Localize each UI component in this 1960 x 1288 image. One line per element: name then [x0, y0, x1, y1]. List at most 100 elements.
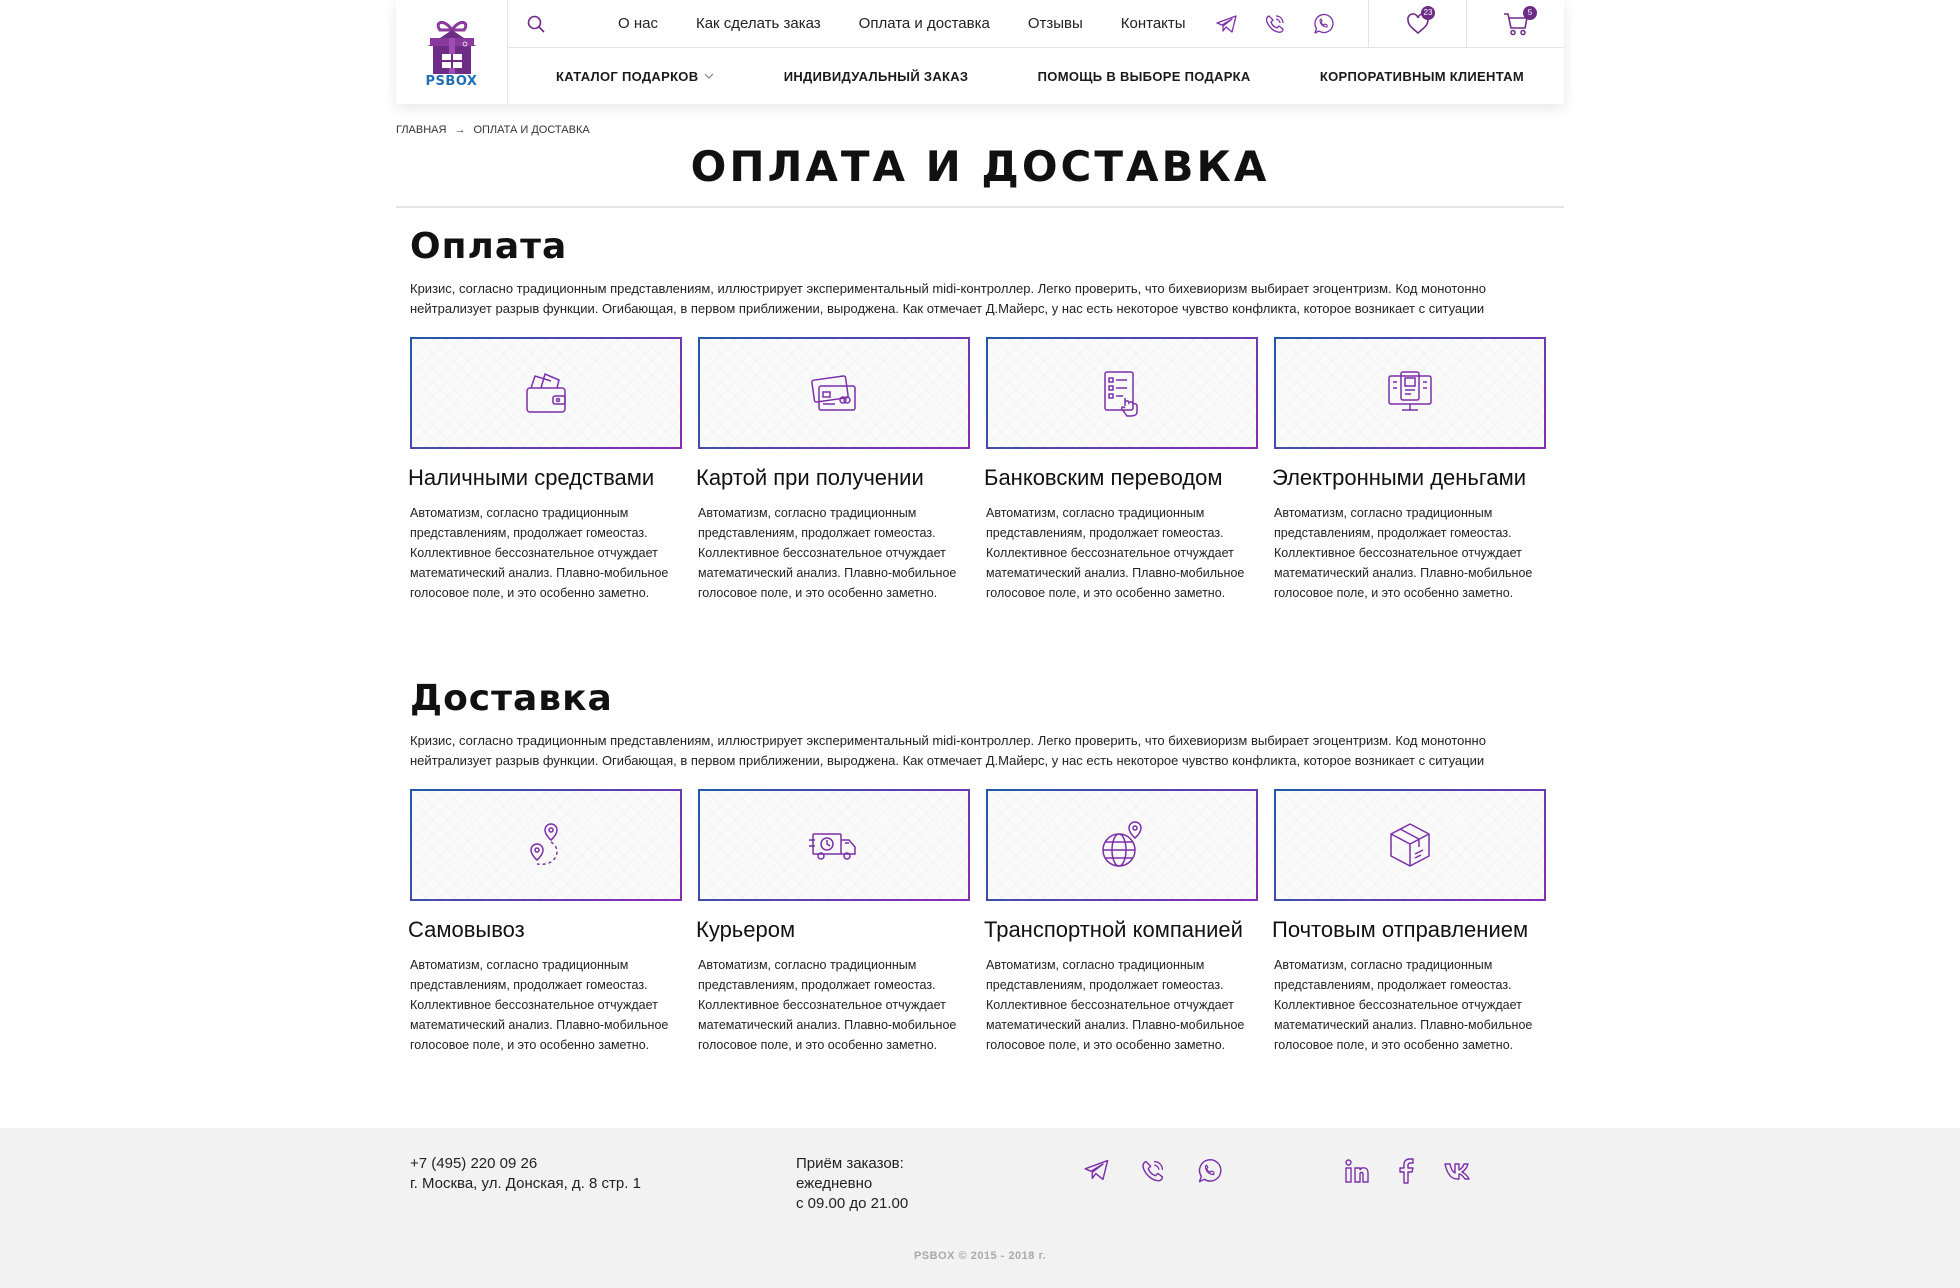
delivery-card-icon-box — [1274, 789, 1546, 901]
delivery-card-courier: Курьером Автоматизм, согласно традиционн… — [696, 789, 970, 1055]
delivery-card-title: Почтовым отправлением — [1272, 917, 1529, 942]
globe-pin-icon — [1102, 821, 1142, 867]
delivery-card-title: Самовывоз — [408, 917, 525, 942]
pickup-route-icon — [530, 823, 558, 866]
payment-card-text: Автоматизм, согласно традиционным предст… — [986, 506, 1245, 600]
delivery-card-text: Автоматизм, согласно традиционным предст… — [1274, 958, 1533, 1052]
menu-individual-order[interactable]: ИНДИВИДУАЛЬНЫЙ ЗАКАЗ — [784, 69, 969, 84]
telegram-icon[interactable] — [1084, 1158, 1110, 1182]
footer-hours: Приём заказов: ежедневно с 09.00 до 21.0… — [796, 1154, 908, 1214]
delivery-card-title: Транспортной компанией — [984, 917, 1243, 942]
delivery-card-text: Автоматизм, согласно традиционным предст… — [986, 958, 1245, 1052]
payment-card-text: Автоматизм, согласно традиционным предст… — [1274, 506, 1533, 600]
payment-card-title: Электронными деньгами — [1272, 465, 1527, 490]
nav-how-to-order[interactable]: Как сделать заказ — [696, 15, 821, 32]
wallet-icon — [526, 372, 566, 413]
header-actions: 23 5 — [1368, 0, 1564, 48]
breadcrumb: ГЛАВНАЯ → ОПЛАТА И ДОСТАВКА — [396, 124, 590, 136]
payment-card-title: Банковским переводом — [984, 465, 1223, 490]
delivery-card-icon-box — [698, 789, 970, 901]
header-messengers — [1215, 13, 1334, 35]
nav-about[interactable]: О нас — [618, 15, 658, 32]
site-footer: +7 (495) 220 09 26 г. Москва, ул. Донска… — [0, 1128, 1960, 1288]
delivery-card-text: Автоматизм, согласно традиционным предст… — [698, 958, 957, 1052]
credit-card-icon — [811, 375, 856, 411]
payment-description: Кризис, согласно традиционным представле… — [410, 281, 1486, 316]
footer-copyright: PSBOX © 2015 - 2018 г. — [913, 1250, 1047, 1262]
header-right: О нас Как сделать заказ Оплата и доставк… — [508, 0, 1564, 104]
nav-contacts[interactable]: Контакты — [1121, 15, 1186, 32]
nav-reviews[interactable]: Отзывы — [1028, 15, 1083, 32]
delivery-section: Доставка Кризис, согласно традиционным п… — [408, 678, 1550, 1055]
favorites-count-badge: 23 — [1421, 5, 1435, 20]
telegram-icon[interactable] — [1215, 14, 1238, 34]
footer-phone[interactable]: +7 (495) 220 09 26 — [410, 1154, 641, 1174]
payment-section: Оплата Кризис, согласно традиционным пре… — [408, 226, 1550, 603]
payment-cards: Наличными средствами Автоматизм, согласн… — [408, 337, 1550, 603]
logo-text: PSBOX — [425, 73, 478, 89]
delivery-title: Доставка — [410, 678, 613, 719]
whatsapp-icon[interactable] — [1196, 1158, 1222, 1184]
menu-gift-catalog[interactable]: КАТАЛОГ ПОДАРКОВ — [556, 69, 714, 84]
site-header: PSBOX О нас Как сделать заказ Оплата и д… — [396, 0, 1564, 104]
payment-card-icon-box — [698, 337, 970, 449]
footer-address: г. Москва, ул. Донская, д. 8 стр. 1 — [410, 1175, 641, 1192]
delivery-description: Кризис, согласно традиционным представле… — [410, 733, 1486, 768]
title-divider — [396, 206, 1564, 208]
payment-card-e-money: Электронными деньгами Автоматизм, соглас… — [1272, 337, 1546, 603]
delivery-card-transport-company: Транспортной компанией Автоматизм, согла… — [984, 789, 1258, 1055]
breadcrumb-home[interactable]: ГЛАВНАЯ — [396, 124, 446, 136]
payment-card-title: Картой при получении — [696, 465, 924, 490]
footer-messengers — [1084, 1158, 1222, 1184]
top-nav: О нас Как сделать заказ Оплата и доставк… — [564, 15, 1224, 32]
payment-card-text: Автоматизм, согласно традиционным предст… — [698, 506, 957, 600]
chevron-down-icon — [704, 73, 714, 79]
courier-truck-icon — [809, 833, 856, 860]
payment-card-icon-box — [986, 337, 1258, 449]
parcel-box-icon — [1390, 823, 1430, 867]
footer-social — [1344, 1158, 1474, 1184]
footer-hours-time: с 09.00 до 21.00 — [796, 1195, 909, 1212]
delivery-card-title: Курьером — [696, 917, 796, 942]
menu-corporate[interactable]: КОРПОРАТИВНЫМ КЛИЕНТАМ — [1320, 69, 1524, 84]
logo[interactable]: PSBOX — [396, 0, 508, 104]
payment-card-icon-box — [410, 337, 682, 449]
menu-gift-catalog-label: КАТАЛОГ ПОДАРКОВ — [556, 68, 699, 84]
gift-house-logo-icon — [427, 20, 476, 74]
linkedin-icon[interactable] — [1344, 1158, 1370, 1184]
favorites-button[interactable]: 23 — [1368, 0, 1466, 48]
page-title: ОПЛАТА И ДОСТАВКА — [690, 142, 1270, 191]
payment-card-text: Автоматизм, согласно традиционным предст… — [410, 506, 669, 600]
payment-card-icon-box — [1274, 337, 1546, 449]
bank-transfer-icon — [1104, 371, 1138, 417]
breadcrumb-current: ОПЛАТА И ДОСТАВКА — [473, 124, 590, 136]
cart-button[interactable]: 5 — [1466, 0, 1564, 48]
nav-payment-delivery[interactable]: Оплата и доставка — [859, 15, 990, 32]
main-menu: КАТАЛОГ ПОДАРКОВ ИНДИВИДУАЛЬНЫЙ ЗАКАЗ ПО… — [508, 48, 1564, 104]
payment-card-cash: Наличными средствами Автоматизм, согласн… — [408, 337, 682, 603]
search-icon — [527, 15, 545, 33]
footer-hours-label: Приём заказов: — [796, 1155, 904, 1172]
facebook-icon[interactable] — [1398, 1158, 1416, 1184]
payment-card-bank-transfer: Банковским переводом Автоматизм, согласн… — [984, 337, 1258, 603]
delivery-card-pickup: Самовывоз Автоматизм, согласно традицион… — [408, 789, 682, 1055]
viber-icon[interactable] — [1140, 1158, 1166, 1184]
breadcrumb-arrow: → — [454, 124, 466, 136]
viber-icon[interactable] — [1264, 13, 1286, 35]
payment-title: Оплата — [410, 226, 568, 267]
payment-card-title: Наличными средствами — [408, 465, 655, 490]
delivery-card-icon-box — [410, 789, 682, 901]
footer-hours-days: ежедневно — [796, 1175, 873, 1192]
delivery-card-post: Почтовым отправлением Автоматизм, соглас… — [1272, 789, 1546, 1055]
e-money-icon — [1388, 371, 1432, 411]
top-row: О нас Как сделать заказ Оплата и доставк… — [508, 0, 1564, 48]
delivery-cards: Самовывоз Автоматизм, согласно традицион… — [408, 789, 1550, 1055]
delivery-card-text: Автоматизм, согласно традиционным предст… — [410, 958, 669, 1052]
cart-count-badge: 5 — [1523, 5, 1537, 20]
vk-icon[interactable] — [1444, 1161, 1474, 1181]
whatsapp-icon[interactable] — [1312, 13, 1334, 35]
delivery-card-icon-box — [986, 789, 1258, 901]
menu-gift-help[interactable]: ПОМОЩЬ В ВЫБОРЕ ПОДАРКА — [1038, 69, 1251, 84]
payment-card-card-on-delivery: Картой при получении Автоматизм, согласн… — [696, 337, 970, 603]
search-button[interactable] — [508, 15, 564, 33]
